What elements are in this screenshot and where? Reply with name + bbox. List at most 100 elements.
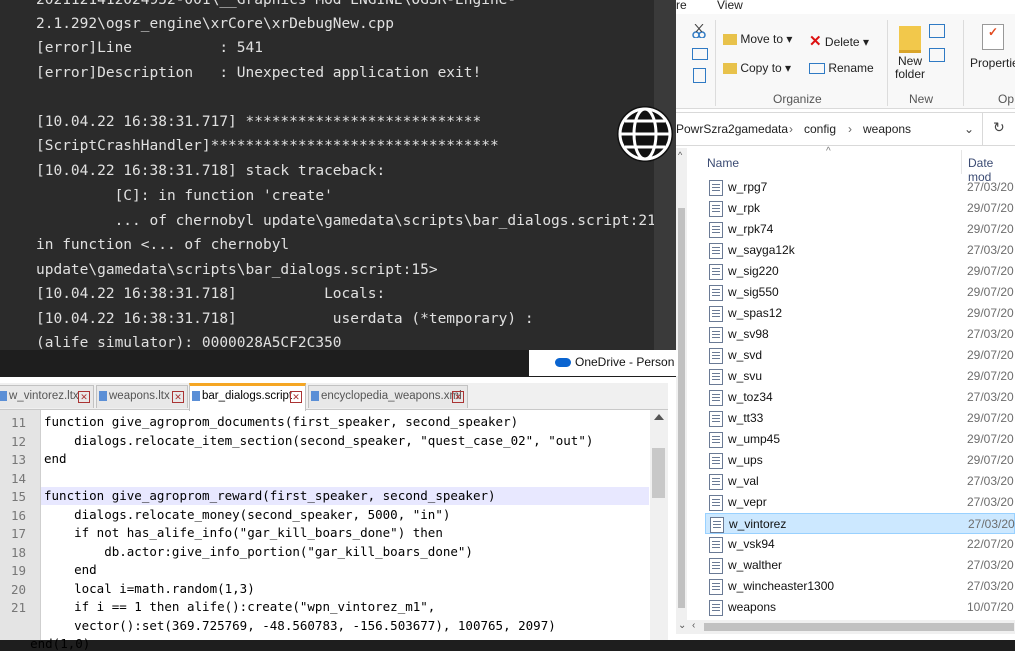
breadcrumb-segment[interactable]: config xyxy=(804,122,836,136)
file-row[interactable]: w_sig220 29/07/20 xyxy=(705,261,1015,282)
code-line[interactable]: if i == 1 then alife():create("wpn_vinto… xyxy=(44,599,435,614)
file-row[interactable]: w_vsk94 22/07/20 xyxy=(705,534,1015,555)
code-line[interactable]: dialogs.relocate_money(second_speaker, 5… xyxy=(44,507,450,522)
file-row[interactable]: w_ups 29/07/20 xyxy=(705,450,1015,471)
onedrive-label: OneDrive - Person xyxy=(575,355,675,369)
file-row[interactable]: w_wincheaster1300 27/03/20 xyxy=(705,576,1015,597)
text-file-icon xyxy=(709,390,723,406)
menu-tab-share[interactable]: re xyxy=(676,0,687,12)
new-folder-button[interactable]: New folder xyxy=(891,24,929,84)
code-line[interactable]: function give_agroprom_reward(first_spea… xyxy=(44,488,496,503)
file-row[interactable]: w_val 27/03/20 xyxy=(705,471,1015,492)
file-row[interactable]: w_ump45 29/07/20 xyxy=(705,429,1015,450)
code-line[interactable]: if not has_alife_info("gar_kill_boars_do… xyxy=(44,525,443,540)
tab-weapons[interactable]: weapons.ltx ✕ xyxy=(96,385,188,408)
horizontal-scroll-thumb[interactable] xyxy=(704,623,1014,631)
console-scrollbar[interactable] xyxy=(654,0,676,350)
scroll-up-icon[interactable] xyxy=(654,414,664,420)
file-row[interactable]: w_vepr 27/03/20 xyxy=(705,492,1015,513)
menu-tab-view[interactable]: View xyxy=(717,0,743,12)
file-name: w_vsk94 xyxy=(728,537,775,551)
tab-bar-dialogs[interactable]: bar_dialogs.script ✕ xyxy=(189,383,306,411)
code-line[interactable]: vector():set(369.725769, -48.560783, -15… xyxy=(44,618,556,633)
paste-shortcut-icon[interactable] xyxy=(693,68,706,83)
scroll-left-icon[interactable]: ‹ xyxy=(692,620,695,631)
close-icon[interactable]: ✕ xyxy=(452,391,464,403)
file-name: w_vintorez xyxy=(729,517,787,531)
file-date: 27/03/20 xyxy=(967,243,1014,257)
easy-access-icon[interactable] xyxy=(929,48,945,62)
file-row[interactable]: w_toz34 27/03/20 xyxy=(705,387,1015,408)
copy-to-button[interactable]: Copy to ▾ xyxy=(723,61,791,75)
file-row[interactable]: w_rpk74 29/07/20 xyxy=(705,219,1015,240)
file-date: 29/07/20 xyxy=(967,285,1014,299)
breadcrumb-segment[interactable]: weapons xyxy=(863,122,911,136)
refresh-icon[interactable]: ↻ xyxy=(993,119,1005,136)
code-line[interactable]: dialogs.relocate_item_section(second_spe… xyxy=(44,433,593,448)
code-line[interactable]: end xyxy=(44,562,97,577)
new-item-icon[interactable] xyxy=(929,24,945,38)
tab-encyclopedia-weapons[interactable]: encyclopedia_weapons.xml ✕ xyxy=(308,385,468,408)
file-row[interactable]: w_svu 29/07/20 xyxy=(705,366,1015,387)
editor-scrollbar[interactable] xyxy=(650,410,668,640)
file-row[interactable]: w_rpk 29/07/20 xyxy=(705,198,1015,219)
scroll-thumb[interactable] xyxy=(678,208,685,608)
code-line[interactable]: end xyxy=(44,451,67,466)
file-row[interactable]: w_sayga12k 27/03/20 xyxy=(705,240,1015,261)
breadcrumb-segment[interactable]: PowrSzra2gamedata xyxy=(676,122,788,136)
file-date: 29/07/20 xyxy=(967,432,1014,446)
file-date: 29/07/20 xyxy=(967,369,1014,383)
file-row[interactable]: w_walther 27/03/20 xyxy=(705,555,1015,576)
file-row[interactable]: w_spas12 29/07/20 xyxy=(705,303,1015,324)
file-date: 10/07/20 xyxy=(967,600,1014,614)
close-icon[interactable]: ✕ xyxy=(172,391,184,403)
nav-pane-scrollbar[interactable]: ^ xyxy=(676,148,687,628)
onedrive-tab[interactable]: OneDrive - Person xyxy=(527,350,678,376)
file-row[interactable]: w_sv98 27/03/20 xyxy=(705,324,1015,345)
properties-button[interactable]: ✓ Properties xyxy=(970,24,1015,70)
editor-scroll-thumb[interactable] xyxy=(652,448,665,498)
console-line: [10.04.22 16:38:31.718] stack traceback: xyxy=(36,163,386,179)
new-folder-label: New folder xyxy=(894,54,926,81)
line-number: 14 xyxy=(10,471,26,486)
line-number: 19 xyxy=(10,563,26,578)
line-number: 11 xyxy=(10,415,26,430)
delete-button[interactable]: ✕ Delete ▾ xyxy=(809,32,869,50)
code-line[interactable]: end(1,0) xyxy=(0,636,90,651)
code-line[interactable]: function give_agroprom_documents(first_s… xyxy=(44,414,518,429)
close-icon[interactable]: ✕ xyxy=(78,391,90,403)
rename-button[interactable]: Rename xyxy=(809,61,874,75)
tab-w-vintorez[interactable]: w_vintorez.ltx ✕ xyxy=(0,385,94,408)
horizontal-scrollbar[interactable]: ⌄ ‹ xyxy=(676,620,1015,634)
scroll-up-icon[interactable]: ^ xyxy=(678,150,682,160)
move-to-button[interactable]: Move to ▾ xyxy=(723,32,792,46)
file-row[interactable]: w_svd 29/07/20 xyxy=(705,345,1015,366)
file-date: 27/03/20 xyxy=(967,390,1014,404)
file-row[interactable]: w_rpg7 27/03/20 xyxy=(705,177,1015,198)
code-line[interactable]: local i=math.random(1,3) xyxy=(44,581,255,596)
text-file-icon xyxy=(709,201,723,217)
file-saved-icon xyxy=(99,391,107,401)
file-name: w_spas12 xyxy=(728,306,783,320)
globe-icon[interactable] xyxy=(617,106,673,162)
line-number: 17 xyxy=(10,526,26,541)
file-date: 27/03/20 xyxy=(967,180,1014,194)
file-row[interactable]: w_sig550 29/07/20 xyxy=(705,282,1015,303)
console-line: [C]: in function 'create' xyxy=(36,188,333,204)
copy-to-label: Copy to xyxy=(740,61,782,75)
file-row[interactable]: w_vintorez 27/03/20 xyxy=(705,513,1015,534)
chevron-down-icon[interactable]: ⌄ xyxy=(964,122,974,136)
address-bar[interactable]: PowrSzra2gamedata › config › weapons ⌄ ↻ xyxy=(676,112,1015,146)
file-name: w_vepr xyxy=(728,495,767,509)
column-header-name[interactable]: Name xyxy=(707,156,739,170)
close-icon[interactable]: ✕ xyxy=(290,391,302,403)
file-date: 22/07/20 xyxy=(967,537,1014,551)
copy-path-icon[interactable] xyxy=(692,48,708,60)
scroll-down-icon[interactable]: ⌄ xyxy=(678,620,686,631)
scissors-icon[interactable] xyxy=(692,24,706,38)
ribbon-menu-bar: re View xyxy=(676,0,1015,14)
file-row[interactable]: w_tt33 29/07/20 xyxy=(705,408,1015,429)
code-line[interactable]: db.actor:give_info_portion("gar_kill_boa… xyxy=(44,544,473,559)
file-row[interactable]: weapons 10/07/20 xyxy=(705,597,1015,618)
file-name: w_sayga12k xyxy=(728,243,795,257)
